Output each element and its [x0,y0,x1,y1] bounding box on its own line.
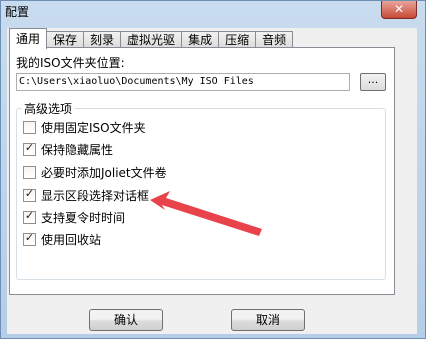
checkbox-add-joliet-volume[interactable] [23,165,36,179]
ok-button[interactable]: 确认 [89,309,163,331]
iso-folder-label: 我的ISO文件夹位置: [16,56,125,70]
iso-folder-path-input[interactable]: C:\Users\xiaoluo\Documents\My ISO Files [16,73,350,91]
option-label: 保持隐藏属性 [41,142,114,157]
title-bar[interactable]: 配置 ✕ [1,1,425,23]
checkmark-icon: ✓ [24,230,35,244]
tab-strip: 通用 保存 刻录 虚拟光驱 集成 压缩 音频 [9,28,294,49]
option-label: 必要时添加Joliet文件卷 [41,165,167,180]
browse-button[interactable]: ... [360,73,386,91]
option-fixed-iso-folder[interactable]: 使用固定ISO文件夹 [23,118,146,136]
option-keep-hidden-attributes[interactable]: ✓ 保持隐藏属性 [23,140,113,158]
option-daylight-saving-time[interactable]: ✓ 支持夏令时时间 [23,208,125,226]
option-show-section-dialog[interactable]: ✓ 显示区段选择对话框 [23,186,149,204]
close-icon: ✕ [393,2,405,16]
option-label: 支持夏令时时间 [41,210,126,225]
checkbox-use-recycle-bin[interactable]: ✓ [23,230,36,246]
checkmark-icon: ✓ [24,208,35,222]
advanced-options-group: 高级选项 使用固定ISO文件夹 ✓ 保持隐藏属性 必要时添加Joliet文件卷 … [16,100,386,280]
checkmark-icon: ✓ [24,140,35,154]
option-add-joliet-volume[interactable]: 必要时添加Joliet文件卷 [23,163,167,181]
cancel-button[interactable]: 取消 [231,309,305,331]
checkmark-icon: ✓ [24,186,35,200]
general-tab-panel: 我的ISO文件夹位置: C:\Users\xiaoluo\Documents\M… [9,47,395,295]
close-button[interactable]: ✕ [381,1,417,19]
dialog-client-area: 通用 保存 刻录 虚拟光驱 集成 压缩 音频 我的ISO文件夹位置: C:\Us… [7,28,417,334]
window-title: 配置 [5,5,30,19]
option-label: 使用固定ISO文件夹 [41,120,146,135]
checkbox-show-section-dialog[interactable]: ✓ [23,186,36,202]
config-dialog: 配置 ✕ 通用 保存 刻录 虚拟光驱 集成 压缩 音频 我的ISO文件夹位置: … [0,0,426,339]
checkbox-keep-hidden-attributes[interactable]: ✓ [23,140,36,156]
checkbox-fixed-iso-folder[interactable] [23,120,36,134]
advanced-options-title: 高级选项 [22,100,75,117]
option-use-recycle-bin[interactable]: ✓ 使用回收站 [23,230,101,248]
checkbox-daylight-saving-time[interactable]: ✓ [23,208,36,224]
option-label: 显示区段选择对话框 [41,188,150,203]
option-label: 使用回收站 [41,232,102,247]
tab-general[interactable]: 通用 [9,28,48,49]
